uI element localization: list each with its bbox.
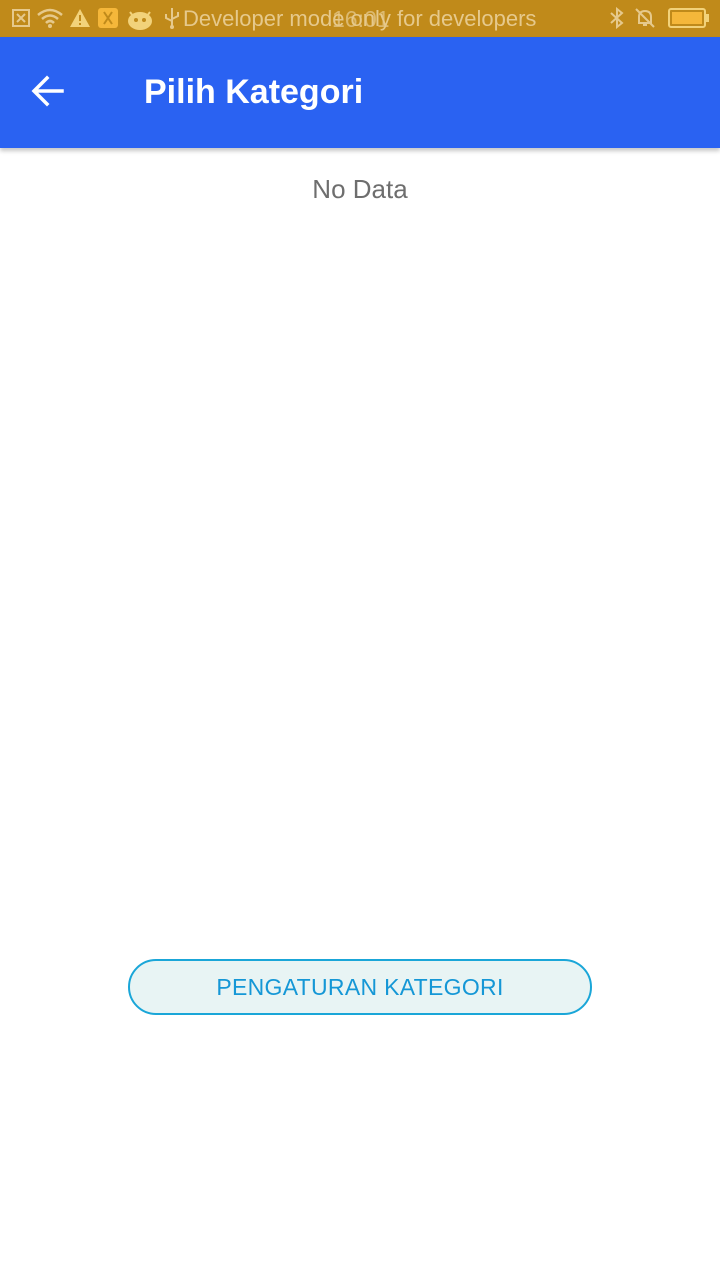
- status-time: 16:01: [332, 6, 390, 32]
- category-settings-button[interactable]: PENGATURAN KATEGORI: [128, 959, 592, 1015]
- empty-state-message: No Data: [312, 174, 408, 204]
- app-bar: Pilih Kategori: [0, 37, 720, 148]
- warning-icon: [69, 5, 91, 31]
- wifi-icon: [36, 5, 64, 31]
- back-button[interactable]: [16, 59, 80, 123]
- android-icon: [126, 5, 154, 31]
- battery-icon: [668, 5, 710, 31]
- muted-bell-icon: [634, 5, 656, 31]
- bluetooth-icon: [606, 5, 628, 31]
- usb-icon: [162, 5, 182, 31]
- page-title: Pilih Kategori: [144, 73, 364, 111]
- status-bar: Developer mode only for developers 16:01: [0, 0, 720, 37]
- arrow-left-icon: [30, 73, 66, 109]
- close-box-icon: [10, 5, 32, 31]
- app-notification-icon: [97, 5, 119, 31]
